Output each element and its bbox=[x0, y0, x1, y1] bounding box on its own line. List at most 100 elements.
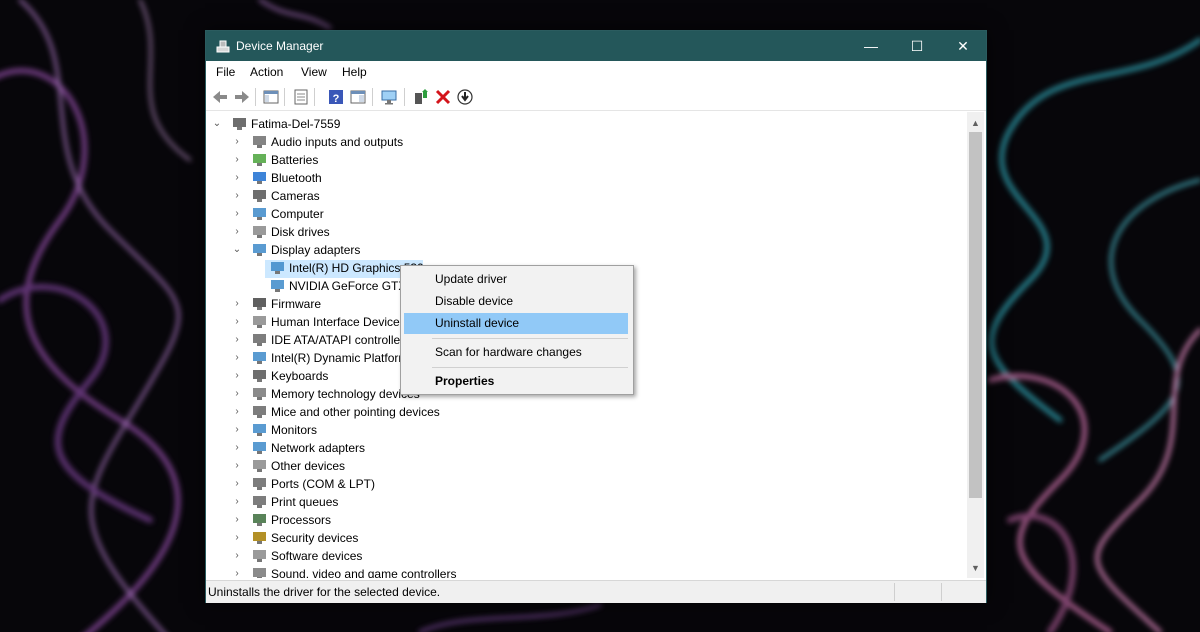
expand-chevron-icon[interactable]: › bbox=[232, 205, 242, 223]
tree-item-label: Computer bbox=[271, 207, 324, 221]
maximize-button[interactable]: ☐ bbox=[894, 31, 940, 61]
vertical-scrollbar[interactable]: ▲ ▼ bbox=[967, 112, 984, 578]
device-category-icon bbox=[270, 261, 285, 275]
menu-file[interactable]: File bbox=[216, 65, 235, 79]
expand-chevron-icon[interactable]: › bbox=[232, 529, 242, 547]
expand-chevron-icon[interactable]: › bbox=[232, 331, 242, 349]
collapse-chevron-icon[interactable]: ⌄ bbox=[212, 115, 222, 133]
tree-item-disk-drives[interactable]: › Disk drives bbox=[207, 223, 947, 241]
expand-chevron-icon[interactable]: › bbox=[232, 169, 242, 187]
tree-item-label: Network adapters bbox=[271, 441, 366, 455]
tree-item-label: NVIDIA GeForce GTX bbox=[289, 279, 407, 293]
tree-item-sound-video-and-game-controllers[interactable]: › Sound, video and game controllers bbox=[207, 565, 947, 578]
menu-item-label: Disable device bbox=[435, 294, 514, 308]
expand-chevron-icon[interactable]: › bbox=[232, 133, 242, 151]
menu-item-disable-device[interactable]: Disable device bbox=[404, 291, 628, 312]
scroll-down-icon[interactable]: ▼ bbox=[967, 559, 984, 576]
tree-item-software-devices[interactable]: › Software devices bbox=[207, 547, 947, 565]
tree-item-label: Firmware bbox=[271, 297, 321, 311]
status-bar: Uninstalls the driver for the selected d… bbox=[206, 580, 986, 603]
uninstall-icon[interactable] bbox=[434, 88, 452, 106]
update-driver-icon[interactable] bbox=[456, 88, 474, 106]
expand-chevron-icon[interactable]: › bbox=[232, 511, 242, 529]
expand-chevron-icon[interactable]: › bbox=[232, 385, 242, 403]
expand-chevron-icon[interactable]: › bbox=[232, 367, 242, 385]
tree-item-ports-com-lpt[interactable]: › Ports (COM & LPT) bbox=[207, 475, 947, 493]
scroll-up-icon[interactable]: ▲ bbox=[967, 114, 984, 131]
tree-item-display-adapters[interactable]: ⌄ Display adapters bbox=[207, 241, 947, 259]
expand-chevron-icon[interactable]: › bbox=[232, 547, 242, 565]
tree-item-security-devices[interactable]: › Security devices bbox=[207, 529, 947, 547]
expand-chevron-icon[interactable]: › bbox=[232, 187, 242, 205]
tree-item-other-devices[interactable]: › Other devices bbox=[207, 457, 947, 475]
menu-action[interactable]: Action bbox=[250, 65, 283, 79]
maximize-icon: ☐ bbox=[910, 37, 924, 54]
device-category-icon bbox=[252, 135, 267, 149]
help-icon[interactable]: ? bbox=[327, 88, 345, 106]
menu-bar: File Action View Help bbox=[206, 61, 986, 83]
menu-help[interactable]: Help bbox=[342, 65, 367, 79]
expand-chevron-icon[interactable]: › bbox=[232, 151, 242, 169]
minimize-button[interactable]: — bbox=[848, 31, 894, 61]
collapse-chevron-icon[interactable]: ⌄ bbox=[232, 241, 242, 259]
tree-item-monitors[interactable]: › Monitors bbox=[207, 421, 947, 439]
menu-separator bbox=[432, 338, 628, 339]
add-driver-icon[interactable] bbox=[412, 88, 430, 106]
tree-item-cameras[interactable]: › Cameras bbox=[207, 187, 947, 205]
expand-chevron-icon[interactable]: › bbox=[232, 493, 242, 511]
tree-item-bluetooth[interactable]: › Bluetooth bbox=[207, 169, 947, 187]
expand-chevron-icon[interactable]: › bbox=[232, 439, 242, 457]
expand-chevron-icon[interactable]: › bbox=[232, 223, 242, 241]
show-hide-console-tree-icon[interactable] bbox=[262, 88, 280, 106]
scan-hardware-icon[interactable] bbox=[380, 88, 398, 106]
status-text: Uninstalls the driver for the selected d… bbox=[208, 585, 441, 599]
tree-item-label: IDE ATA/ATAPI controllers bbox=[271, 333, 411, 347]
expand-chevron-icon[interactable]: › bbox=[232, 295, 242, 313]
device-category-icon bbox=[252, 333, 267, 347]
menu-view[interactable]: View bbox=[301, 65, 327, 79]
title-bar[interactable]: Device Manager — ☐ ✕ bbox=[206, 31, 986, 61]
device-category-icon bbox=[252, 243, 267, 257]
tree-item-processors[interactable]: › Processors bbox=[207, 511, 947, 529]
forward-icon[interactable] bbox=[233, 88, 251, 106]
close-button[interactable]: ✕ bbox=[940, 31, 986, 61]
menu-item-scan-hardware[interactable]: Scan for hardware changes bbox=[404, 342, 628, 363]
tree-item-label: Other devices bbox=[271, 459, 346, 473]
tree-root[interactable]: ⌄ Fatima-Del-7559 bbox=[207, 115, 947, 133]
tree-item-mice-and-other-pointing-devices[interactable]: › Mice and other pointing devices bbox=[207, 403, 947, 421]
menu-item-label: Update driver bbox=[435, 272, 508, 286]
back-icon[interactable] bbox=[211, 88, 229, 106]
menu-item-uninstall-device[interactable]: Uninstall device bbox=[404, 313, 628, 334]
show-action-pane-icon[interactable] bbox=[349, 88, 367, 106]
expand-chevron-icon[interactable]: › bbox=[232, 421, 242, 439]
tree-item-audio-inputs-and-outputs[interactable]: › Audio inputs and outputs bbox=[207, 133, 947, 151]
tree-item-label: Software devices bbox=[271, 549, 363, 563]
expand-chevron-icon[interactable]: › bbox=[232, 565, 242, 578]
expand-chevron-icon[interactable]: › bbox=[232, 475, 242, 493]
tree-item-network-adapters[interactable]: › Network adapters bbox=[207, 439, 947, 457]
properties-icon[interactable] bbox=[292, 88, 310, 106]
close-icon: ✕ bbox=[957, 37, 969, 54]
device-category-icon bbox=[252, 351, 267, 365]
menu-item-update-driver[interactable]: Update driver bbox=[404, 269, 628, 290]
tree-item-print-queues[interactable]: › Print queues bbox=[207, 493, 947, 511]
tree-item-batteries[interactable]: › Batteries bbox=[207, 151, 947, 169]
tree-item-label: Display adapters bbox=[271, 243, 361, 257]
tree-item-label: Bluetooth bbox=[271, 171, 322, 185]
expand-chevron-icon[interactable]: › bbox=[232, 403, 242, 421]
tree-item-label: Human Interface Devices bbox=[271, 315, 406, 329]
device-category-icon bbox=[252, 207, 267, 221]
tree-item-label: Disk drives bbox=[271, 225, 330, 239]
menu-item-properties[interactable]: Properties bbox=[404, 371, 628, 392]
tree-item-computer[interactable]: › Computer bbox=[207, 205, 947, 223]
device-category-icon bbox=[252, 387, 267, 401]
expand-chevron-icon[interactable]: › bbox=[232, 349, 242, 367]
menu-item-label: Scan for hardware changes bbox=[435, 345, 582, 359]
device-category-icon bbox=[252, 567, 267, 578]
scroll-thumb[interactable] bbox=[969, 132, 982, 498]
expand-chevron-icon[interactable]: › bbox=[232, 313, 242, 331]
device-category-icon bbox=[252, 513, 267, 527]
device-category-icon bbox=[252, 405, 267, 419]
expand-chevron-icon[interactable]: › bbox=[232, 457, 242, 475]
menu-item-label: Properties bbox=[435, 374, 495, 388]
